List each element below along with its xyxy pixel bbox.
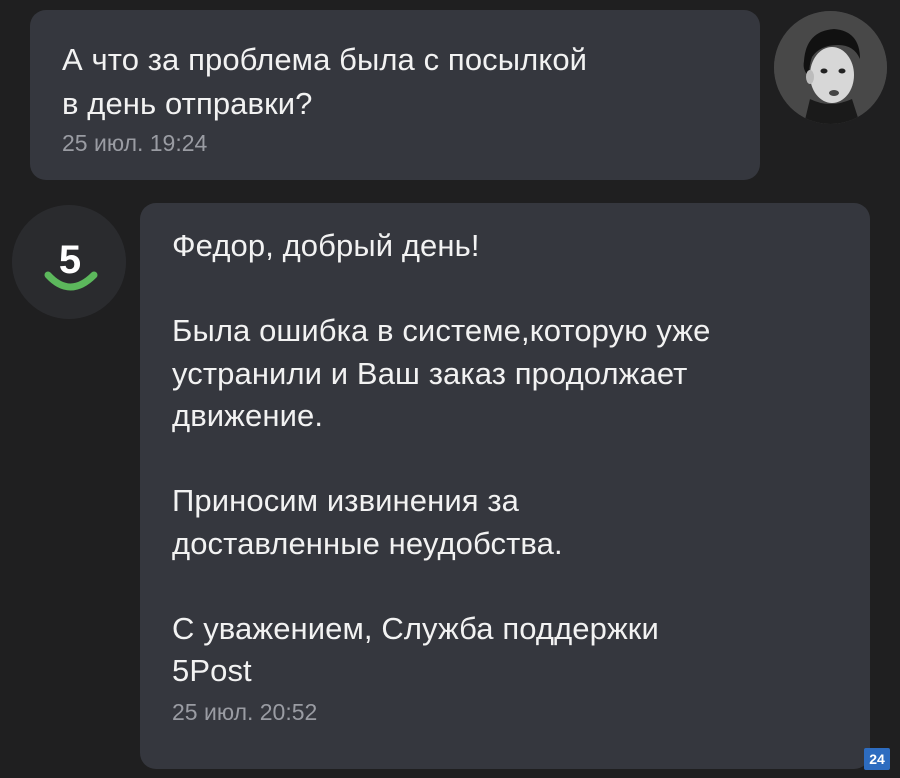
support-avatar[interactable]: 5: [12, 205, 126, 319]
incoming-message-text: Федор, добрый день! Была ошибка в систем…: [172, 228, 711, 688]
outgoing-message-text: А что за проблема была с посылкой в день…: [62, 42, 588, 121]
user-photo-icon: [774, 11, 887, 124]
5post-logo-icon: 5: [12, 205, 126, 319]
user-avatar[interactable]: [774, 11, 887, 124]
support-logo-digit: 5: [59, 238, 81, 282]
incoming-message-time: 25 июл. 20:52: [172, 698, 318, 725]
outgoing-message-time: 25 июл. 19:24: [62, 130, 208, 156]
watermark-badge: 24: [864, 748, 890, 770]
incoming-message-bubble[interactable]: Федор, добрый день! Была ошибка в систем…: [140, 203, 870, 769]
outgoing-message-bubble[interactable]: А что за проблема была с посылкой в день…: [30, 10, 760, 180]
